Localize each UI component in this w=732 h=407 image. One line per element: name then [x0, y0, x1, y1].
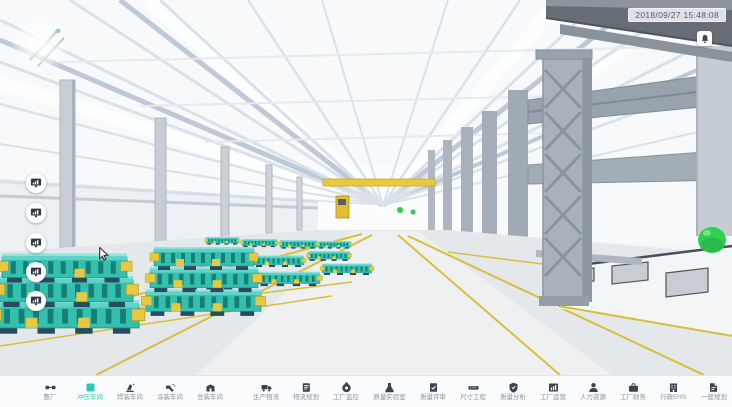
module-group: 生产物流 物流规划 工厂监控 [252, 382, 728, 402]
toolbar-item-label: 总装车间 [197, 394, 223, 401]
hotspot-button-5[interactable] [26, 291, 46, 311]
toolbar-item-label: 工厂财务 [621, 394, 647, 401]
logistics-plan-icon [301, 382, 312, 393]
hotspot-button-1[interactable] [26, 173, 46, 193]
factory-overview-icon [45, 382, 56, 393]
toolbar-item-label: 冲压车间 [77, 394, 103, 401]
enclosure-window [666, 268, 708, 297]
welding-workshop-icon [125, 382, 136, 393]
truck-icon [261, 382, 272, 393]
toolbar-item-label: 质量分析 [500, 394, 526, 401]
bottom-toolbar: 整厂 冲压车间 焊装车间 [0, 375, 732, 407]
toolbar-item-factory-finance[interactable]: 工厂财务 [619, 382, 647, 402]
hotspot-button-3[interactable] [26, 233, 46, 253]
plan-doc-icon [708, 382, 719, 393]
toolbar-item-label: 涂装车间 [157, 394, 183, 401]
assembly-workshop-icon [205, 382, 216, 393]
toolbar-item-label: 尺寸工程 [460, 394, 486, 401]
toolbar-item-label: 行政EHS [661, 394, 687, 401]
workshop-group: 整厂 冲压车间 焊装车间 [36, 382, 224, 402]
toolbar-item-admin-ehs[interactable]: 行政EHS [659, 382, 687, 402]
toolbar-item-label: 物流规划 [293, 394, 319, 401]
building-icon [668, 382, 679, 393]
steel-lattice-column [536, 50, 592, 306]
toolbar-item-dimensional-engineering[interactable]: 尺寸工程 [459, 382, 487, 402]
painting-workshop-icon [165, 382, 176, 393]
toolbar-item-label: 工厂监控 [333, 394, 359, 401]
shield-icon [508, 382, 519, 393]
green-status-marker [698, 227, 726, 253]
toolbar-item-welding-workshop[interactable]: 焊装车间 [116, 382, 144, 402]
toolbar-item-label: 质量评审 [420, 394, 446, 401]
ruler-icon [468, 382, 479, 393]
monitor-chart-icon [30, 177, 42, 189]
factory-3d-scene [0, 0, 732, 375]
stamping-workshop-icon [85, 382, 96, 393]
toolbar-item-quality-review[interactable]: 质量评审 [419, 382, 447, 402]
toolbar-item-painting-workshop[interactable]: 涂装车间 [156, 382, 184, 402]
toolbar-item-whole-factory[interactable]: 整厂 [36, 382, 64, 402]
toolbar-item-general-planning[interactable]: 一般规划 [700, 382, 728, 402]
monitor-chart-icon [30, 266, 42, 278]
toolbar-item-label: 一般规划 [701, 394, 727, 401]
notification-button[interactable] [697, 31, 712, 46]
toolbar-item-factory-monitoring[interactable]: 工厂监控 [332, 382, 360, 402]
viewport-3d[interactable]: 2018/09/27 15:48:08 [0, 0, 732, 375]
toolbar-item-label: 工厂运营 [540, 394, 566, 401]
review-doc-icon [428, 382, 439, 393]
toolbar-item-quality-analysis[interactable]: 质量分析 [499, 382, 527, 402]
flask-icon [384, 382, 395, 393]
monitor-chart-icon [30, 295, 42, 307]
digital-twin-app: 2018/09/27 15:48:08 [0, 0, 732, 407]
toolbar-item-label: 生产物流 [253, 394, 279, 401]
toolbar-item-assembly-workshop[interactable]: 总装车间 [196, 382, 224, 402]
monitor-chart-icon [30, 207, 42, 219]
timestamp-chip: 2018/09/27 15:48:08 [628, 8, 726, 22]
briefcase-icon [628, 382, 639, 393]
toolbar-item-logistics-planning[interactable]: 物流规划 [292, 382, 320, 402]
crane-beam [323, 179, 435, 186]
hotspot-button-2[interactable] [26, 203, 46, 223]
toolbar-item-factory-operations[interactable]: 工厂运营 [539, 382, 567, 402]
hotspot-button-4[interactable] [26, 262, 46, 282]
toolbar-item-label: 质量实验室 [374, 394, 406, 401]
person-icon [588, 382, 599, 393]
toolbar-item-label: 人力资源 [580, 394, 606, 401]
camera-lens-icon [341, 382, 352, 393]
toolbar-item-human-resources[interactable]: 人力资源 [579, 382, 607, 402]
enclosure-window [612, 262, 648, 284]
toolbar-item-label: 整厂 [44, 394, 57, 401]
bell-icon [700, 34, 710, 44]
toolbar-item-label: 焊装车间 [117, 394, 143, 401]
operations-chart-icon [548, 382, 559, 393]
toolbar-item-stamping-workshop[interactable]: 冲压车间 [76, 382, 104, 402]
toolbar-item-production-logistics[interactable]: 生产物流 [252, 382, 280, 402]
toolbar-item-quality-lab[interactable]: 质量实验室 [372, 382, 407, 402]
monitor-chart-icon [30, 237, 42, 249]
